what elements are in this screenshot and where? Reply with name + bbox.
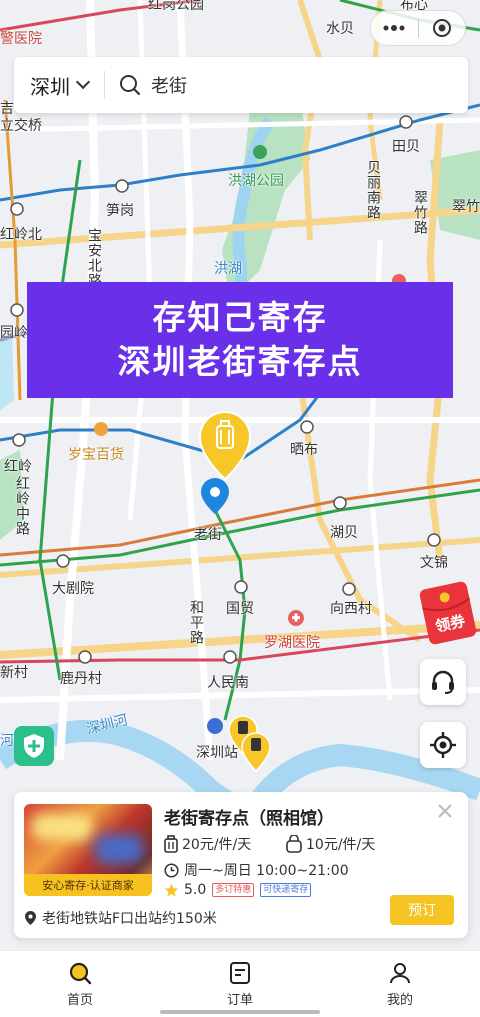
city-selector[interactable]: 深圳 [14, 71, 91, 100]
map-label-he: 河 [0, 733, 14, 749]
map-label-honghu-lake: 洪湖 [214, 261, 242, 277]
price-large-bag-text: 20元/件/天 [182, 837, 252, 853]
opening-hours-text: 周一~周日 10:00~21:00 [184, 863, 349, 879]
tab-profile[interactable]: 我的 [320, 951, 480, 1017]
map-label-xiangxicun: 向西村 [330, 601, 372, 617]
map-label-ludancun: 鹿丹村 [60, 671, 102, 687]
bottom-tab-bar: 首页 订单 我的 [0, 950, 480, 1017]
home-search-icon [69, 962, 92, 984]
map-label-wenjin: 文锦 [420, 555, 448, 571]
thumb-blur-a [32, 814, 92, 840]
city-label: 深圳 [30, 74, 70, 99]
search-bar[interactable]: 深圳 老街 [14, 57, 468, 113]
discount-badge: 多订特惠 [212, 883, 255, 897]
promo-banner: 存知己寄存 深圳老街寄存点 [27, 282, 453, 398]
map-label-cuizhu-road: 翠竹路 [412, 190, 428, 235]
target-close-icon [432, 19, 451, 37]
map-label-hongling-road: 红岭中路 [14, 476, 30, 536]
profile-icon [390, 962, 410, 983]
map-label-beili-road: 贝丽南路 [365, 160, 381, 220]
suitcase-icon [164, 835, 178, 853]
store-location: 老街地铁站F口出站约150米 [24, 908, 217, 928]
customer-service-button[interactable] [420, 659, 466, 705]
close-icon[interactable] [436, 802, 454, 820]
store-title: 老街寄存点（照相馆） [164, 809, 334, 829]
map-label-hongling: 红岭 [4, 459, 32, 475]
map-label-baoan-north: 宝安北路 [86, 228, 102, 288]
safety-shield-button[interactable] [14, 726, 54, 766]
locate-me-button[interactable] [420, 722, 466, 768]
tab-home-label: 首页 [66, 992, 93, 1008]
certified-tag: 安心寄存·认证商家 [24, 874, 152, 896]
map-label-honggang-park: 红岗公园 [148, 0, 204, 13]
tab-profile-label: 我的 [386, 992, 413, 1008]
map-label-shibu: 晒布 [290, 442, 318, 458]
price-small-bag: 10元/件/天 [286, 834, 375, 854]
orders-icon [230, 961, 250, 984]
map-label-xincun: 新村 [0, 665, 28, 681]
map-view[interactable]: 警医院 红岗公园 水贝 布心 吉 立交桥 田贝 洪湖公园 笋岗 贝丽南路 翠竹路… [0, 0, 480, 950]
map-label-hubei: 湖贝 [330, 525, 358, 541]
opening-hours: 周一~周日 10:00~21:00 [164, 860, 349, 880]
star-icon [164, 883, 179, 896]
crosshair-icon [430, 732, 456, 758]
map-label-renminnan: 人民南 [207, 675, 249, 691]
location-pin-icon [25, 911, 36, 925]
clock-icon [164, 862, 179, 878]
shield-plus-icon [24, 734, 44, 758]
tab-orders-label: 订单 [226, 992, 253, 1008]
store-thumbnail: 安心寄存·认证商家 [24, 804, 152, 896]
thumb-blur-b [94, 834, 144, 864]
map-label-guomao: 国贸 [226, 601, 254, 617]
map-label-shuibei: 水贝 [326, 21, 354, 37]
map-label-suibao: 岁宝百货 [68, 447, 124, 463]
map-label-hospital: 警医院 [0, 31, 42, 47]
map-label-luohu-hospital: 罗湖医院 [264, 635, 320, 651]
banner-line-2: 深圳老街寄存点 [117, 342, 363, 381]
more-button[interactable] [371, 11, 418, 45]
price-small-bag-text: 10元/件/天 [306, 837, 376, 853]
location-text: 老街地铁站F口出站约150米 [42, 911, 217, 927]
book-button[interactable]: 预订 [390, 895, 454, 925]
map-label-hongling-north: 红岭北 [0, 227, 42, 243]
close-miniprogram-button[interactable] [419, 11, 466, 45]
search-icon [120, 75, 141, 96]
map-label-cuizhu: 翠竹 [452, 199, 480, 215]
map-label-yuanling: 园岭 [0, 325, 28, 341]
map-label-heping-road: 和平路 [188, 600, 204, 645]
more-dots-icon [383, 25, 405, 31]
map-label-dajuyuan: 大剧院 [52, 581, 94, 597]
map-label-tianbei: 田贝 [392, 139, 420, 155]
bag-icon [286, 835, 302, 853]
map-label-lijiao: 立交桥 [0, 118, 42, 134]
banner-line-1: 存知己寄存 [152, 298, 328, 337]
map-label-laojie: 老街 [194, 527, 222, 543]
chevron-down-icon [75, 74, 91, 90]
headset-icon [432, 670, 454, 694]
search-input[interactable]: 老街 [151, 72, 187, 98]
tab-orders[interactable]: 订单 [160, 951, 320, 1017]
store-card[interactable]: 安心寄存·认证商家 老街寄存点（照相馆） 20元/件/天 10元/件/天 周一~… [14, 792, 468, 938]
map-label-honghu-park: 洪湖公园 [228, 173, 284, 189]
home-indicator [160, 1010, 320, 1014]
rating-value: 5.0 [184, 882, 207, 898]
map-label-shenzhen-station: 深圳站 [196, 745, 238, 761]
store-rating: 5.0 多订特惠 可快递寄存 [164, 882, 312, 898]
express-badge: 可快递寄存 [260, 883, 312, 897]
price-large-bag: 20元/件/天 [164, 834, 251, 854]
map-label-sungang: 笋岗 [106, 203, 134, 219]
miniprogram-capsule [370, 10, 466, 46]
search-divider [104, 71, 105, 99]
tab-home[interactable]: 首页 [0, 951, 160, 1017]
